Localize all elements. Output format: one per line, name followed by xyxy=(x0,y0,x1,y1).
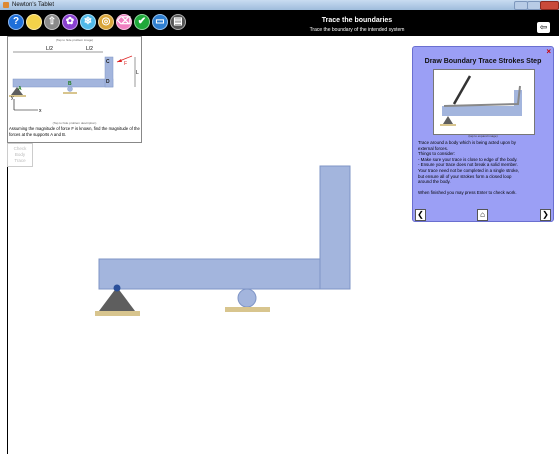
label-f: F xyxy=(124,61,127,67)
example-support xyxy=(443,116,453,124)
instruction-panel: × Draw Boundary Trace Strokes Step (tap … xyxy=(412,46,554,222)
hide-desc-hint[interactable]: (Tap to hide problem description) xyxy=(8,121,141,125)
label-c: C xyxy=(106,59,110,65)
label-d: D xyxy=(106,79,110,85)
problem-card: (Tap to hide problem image) L/2 L/2 A B … xyxy=(7,36,142,143)
ground-pin xyxy=(95,311,140,316)
target-icon[interactable]: ◎ xyxy=(98,14,114,30)
expand-image-hint[interactable]: (tap to expand image) xyxy=(413,134,553,138)
force-arrowhead xyxy=(117,59,122,62)
vertical-post-body xyxy=(319,165,351,290)
beam-shape xyxy=(12,78,114,88)
ground-b xyxy=(63,92,77,94)
hide-image-hint[interactable]: (Tap to hide problem image) xyxy=(8,38,141,42)
check-line-3: Trace xyxy=(14,158,26,163)
close-window-button[interactable] xyxy=(540,1,559,10)
stylus-icon xyxy=(452,75,472,105)
label-a: A xyxy=(18,86,22,92)
ground-roller xyxy=(225,307,270,312)
problem-image[interactable]: L/2 L/2 A B C D F L y x xyxy=(8,43,141,123)
close-panel-icon[interactable]: × xyxy=(546,47,551,56)
clapperboard-icon[interactable]: ▤ xyxy=(170,14,186,30)
panel-example-image[interactable] xyxy=(433,69,535,135)
label-l: L xyxy=(136,70,139,76)
label-b: B xyxy=(68,81,72,87)
panel-instructions: Trace around a body which is being acted… xyxy=(418,140,550,196)
step-subtitle: Trace the boundary of the intended syste… xyxy=(309,27,405,33)
example-trace-illustration xyxy=(440,75,522,126)
home-icon[interactable]: ⌂ xyxy=(477,209,488,221)
roller-shape xyxy=(67,86,73,92)
prev-step-button[interactable]: ❮ xyxy=(415,209,426,221)
dim-label-l2-right: L/2 xyxy=(86,46,93,52)
example-beam xyxy=(442,106,522,116)
label-x: x xyxy=(39,108,42,114)
instruction-line: When finished you may press Enter to che… xyxy=(418,190,517,196)
dim-label-l2-left: L/2 xyxy=(46,46,53,52)
window-titlebar: Newton's Tablet xyxy=(0,0,559,10)
left-border xyxy=(7,167,8,454)
beam-body xyxy=(98,258,351,290)
help-icon[interactable]: ? xyxy=(8,14,24,30)
upload-icon[interactable]: ⇧ xyxy=(44,14,60,30)
eraser-icon[interactable]: ⌫ xyxy=(116,14,132,30)
pin-joint xyxy=(113,284,121,292)
settings-gear-icon[interactable]: ✿ xyxy=(62,14,78,30)
check-icon[interactable]: ✔ xyxy=(134,14,150,30)
next-step-button[interactable]: ❯ xyxy=(540,209,551,221)
window-title: Newton's Tablet xyxy=(12,2,55,8)
panel-title: Draw Boundary Trace Strokes Step xyxy=(424,58,542,65)
notepad-icon[interactable] xyxy=(26,14,42,30)
back-arrow-icon[interactable]: ⇦ xyxy=(537,22,550,33)
app-icon xyxy=(3,2,9,8)
maximize-button[interactable] xyxy=(527,1,541,10)
snowflake-icon[interactable]: ❄ xyxy=(80,14,96,30)
pin-support xyxy=(99,287,135,311)
minimize-button[interactable] xyxy=(514,1,528,10)
keyboard-icon[interactable]: ▭ xyxy=(152,14,168,30)
problem-description: Assuming the magnitude of force F is kno… xyxy=(9,126,140,137)
example-ground xyxy=(440,124,456,126)
roller-support xyxy=(237,288,257,308)
check-body-trace-button[interactable]: Check Body Trace xyxy=(7,143,33,167)
step-title: Trace the boundaries xyxy=(321,17,393,24)
